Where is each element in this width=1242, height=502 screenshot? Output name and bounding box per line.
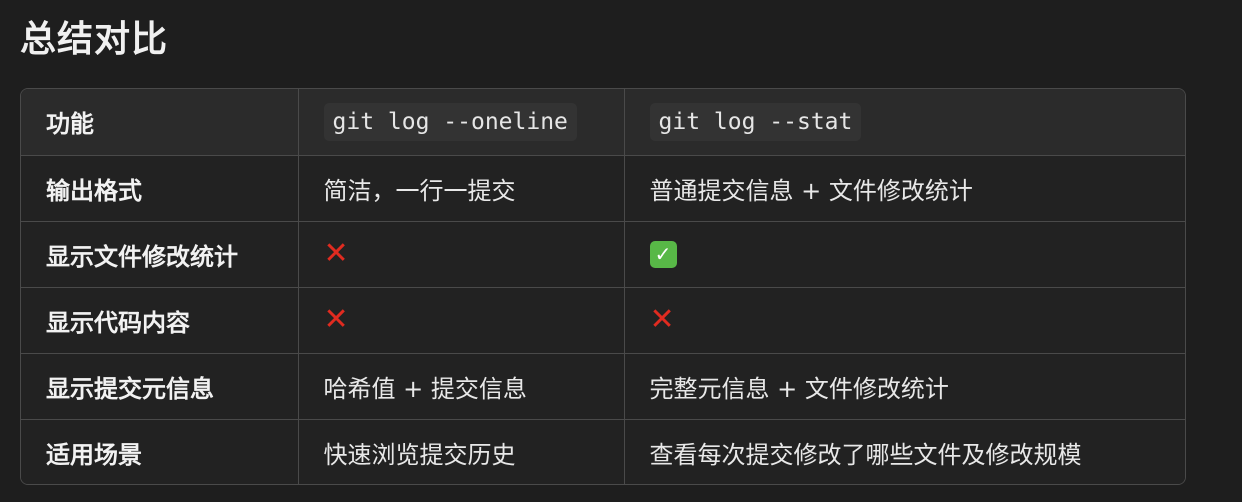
table-row: 适用场景 快速浏览提交历史 查看每次提交修改了哪些文件及修改规模 xyxy=(21,418,1185,484)
feature-cell: 显示文件修改统计 xyxy=(21,220,299,288)
feature-cell: 显示代码内容 xyxy=(21,286,299,354)
comparison-table: 功能 git log --oneline git log --stat 输出格式… xyxy=(20,88,1186,485)
cross-mark-icon: ✕ xyxy=(323,302,349,337)
stat-cell: ✓ xyxy=(623,220,1185,288)
table-row: 输出格式 简洁，一行一提交 普通提交信息 + 文件修改统计 xyxy=(21,154,1185,222)
oneline-cell: 快速浏览提交历史 xyxy=(297,418,625,484)
check-mark-icon: ✓ xyxy=(649,241,677,269)
stat-cell: 查看每次提交修改了哪些文件及修改规模 xyxy=(623,418,1185,484)
stat-cell: 完整元信息 + 文件修改统计 xyxy=(623,352,1185,420)
cross-mark-icon: ✕ xyxy=(649,302,675,337)
table-row: 显示文件修改统计 ✕ ✓ xyxy=(21,220,1185,288)
table-row: 显示代码内容 ✕ ✕ xyxy=(21,286,1185,354)
feature-cell: 适用场景 xyxy=(21,418,299,484)
table-row: 显示提交元信息 哈希值 + 提交信息 完整元信息 + 文件修改统计 xyxy=(21,352,1185,420)
oneline-cell: 简洁，一行一提交 xyxy=(297,154,625,222)
page-title: 总结对比 xyxy=(20,19,169,60)
oneline-cell: 哈希值 + 提交信息 xyxy=(297,352,625,420)
header-oneline: git log --oneline xyxy=(297,89,625,156)
stat-cell: ✕ xyxy=(623,286,1185,354)
header-feature: 功能 xyxy=(21,89,299,156)
table-header-row: 功能 git log --oneline git log --stat xyxy=(21,89,1185,156)
cross-mark-icon: ✕ xyxy=(323,236,349,271)
inline-code: git log --oneline xyxy=(323,102,577,141)
oneline-cell: ✕ xyxy=(297,286,625,354)
feature-cell: 输出格式 xyxy=(21,154,299,222)
stat-cell: 普通提交信息 + 文件修改统计 xyxy=(623,154,1185,222)
inline-code: git log --stat xyxy=(649,102,862,141)
feature-cell: 显示提交元信息 xyxy=(21,352,299,420)
oneline-cell: ✕ xyxy=(297,220,625,288)
header-stat: git log --stat xyxy=(623,89,1185,156)
